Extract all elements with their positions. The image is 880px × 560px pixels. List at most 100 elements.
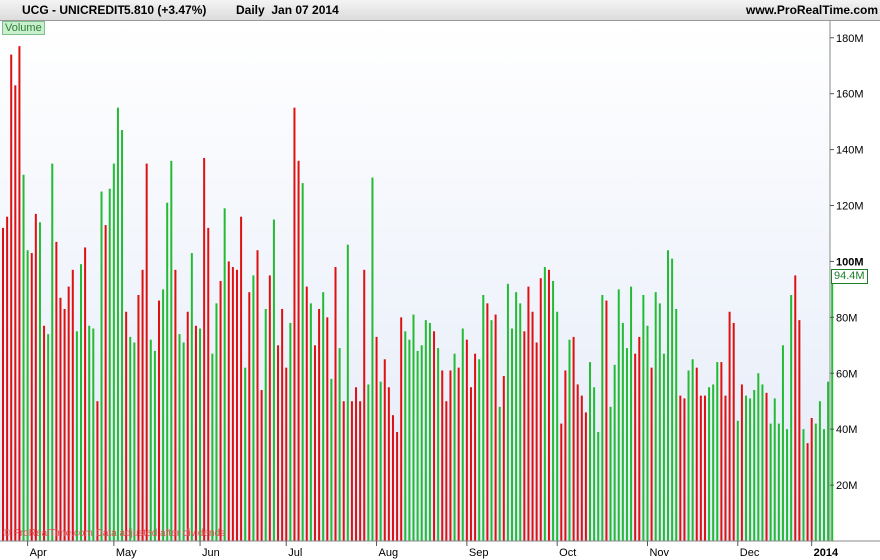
volume-bar <box>478 359 481 541</box>
volume-bar <box>531 311 534 541</box>
volume-bar <box>133 342 136 541</box>
x-tick-label: 2014 <box>814 547 839 559</box>
volume-bar <box>71 269 74 541</box>
volume-bar <box>769 423 772 541</box>
volume-bar <box>469 387 472 541</box>
volume-bar <box>777 423 780 541</box>
volume-bar <box>346 244 349 541</box>
volume-bar <box>51 163 54 541</box>
volume-bar <box>543 267 546 541</box>
volume-bar <box>642 294 645 541</box>
volume-bar <box>699 395 702 541</box>
y-tick-label: 180M <box>836 33 864 45</box>
volume-bar <box>424 320 427 541</box>
volume-bar <box>617 289 620 541</box>
volume-bar <box>100 191 103 542</box>
x-tick-label: Oct <box>559 547 576 559</box>
volume-bar <box>301 183 304 541</box>
volume-bar <box>137 294 140 541</box>
volume-bar <box>556 311 559 541</box>
volume-bar <box>564 370 567 541</box>
volume-bar <box>765 392 768 541</box>
volume-bar <box>474 353 477 541</box>
volume-bar <box>511 328 514 541</box>
volume-bar <box>313 345 316 541</box>
volume-bar <box>235 269 238 541</box>
volume-bar <box>790 294 793 541</box>
volume-bar <box>519 303 522 541</box>
volume-bar <box>289 322 292 541</box>
volume-bar <box>601 294 604 541</box>
volume-bar <box>589 362 592 541</box>
volume-bar <box>695 367 698 541</box>
volume-bar <box>112 163 115 541</box>
volume-bar <box>646 325 649 541</box>
volume-bar <box>231 267 234 541</box>
volume-bar <box>223 208 226 541</box>
volume-bar <box>207 227 210 541</box>
volume-bar <box>560 423 563 541</box>
volume-bar <box>597 431 600 541</box>
volume-bar <box>199 328 202 541</box>
volume-bar <box>482 294 485 541</box>
volume-bar <box>153 350 156 541</box>
volume-bar <box>654 292 657 541</box>
volume-bar <box>605 300 608 541</box>
y-tick-label: 80M <box>836 312 857 324</box>
volume-bar <box>576 384 579 541</box>
volume-bar <box>47 334 50 541</box>
volume-bar <box>145 163 148 541</box>
volume-bar <box>445 401 448 541</box>
volume-bar <box>227 261 230 541</box>
volume-bar <box>806 443 809 541</box>
x-tick-label: Aug <box>379 547 399 559</box>
volume-bar <box>630 286 633 541</box>
volume-bar <box>309 303 312 541</box>
volume-bar <box>724 395 727 541</box>
volume-bar <box>203 157 206 542</box>
volume-bar <box>613 364 616 541</box>
y-tick-label: 120M <box>836 201 864 213</box>
volume-bar <box>679 395 682 541</box>
volume-bar <box>215 303 218 541</box>
volume-bar <box>194 325 197 541</box>
volume-bar <box>593 387 596 541</box>
volume-bar <box>449 370 452 541</box>
volume-bar <box>338 348 341 541</box>
volume-bar <box>416 350 419 541</box>
volume-bar <box>547 269 550 541</box>
volume-bar <box>178 334 181 541</box>
volume-bar <box>116 107 119 542</box>
y-tick-label: 140M <box>836 145 864 157</box>
volume-bar <box>256 250 259 541</box>
volume-bar <box>43 325 46 541</box>
volume-chart[interactable]: 20M 40M 60M 80M 100M 120M 140M 160M 180M Apr May J… <box>0 0 880 560</box>
volume-bar <box>437 348 440 541</box>
x-tick-label: Jul <box>288 547 302 559</box>
volume-bar <box>580 395 583 541</box>
volume-bar <box>539 278 542 541</box>
volume-bar <box>84 247 87 541</box>
volume-bar <box>428 322 431 541</box>
volume-bar <box>363 269 366 541</box>
volume-bar <box>281 308 284 541</box>
volume-bar <box>141 269 144 541</box>
volume-bar <box>831 277 834 541</box>
volume-bar <box>486 303 489 541</box>
volume-bar <box>609 406 612 541</box>
volume-bar <box>753 390 756 541</box>
volume-bar <box>55 241 58 542</box>
volume-bar <box>330 378 333 541</box>
volume-bar <box>359 401 362 541</box>
volume-bar <box>268 275 271 541</box>
volume-bar <box>798 320 801 541</box>
volume-bar <box>671 258 674 541</box>
volume-bar <box>104 225 107 541</box>
volume-bar <box>732 322 735 541</box>
volume-bar <box>420 345 423 541</box>
volume-bar <box>736 420 739 541</box>
volume-bar <box>638 336 641 541</box>
volume-bar <box>823 429 825 541</box>
y-tick-label: 20M <box>836 480 857 492</box>
volume-bar <box>621 322 624 541</box>
